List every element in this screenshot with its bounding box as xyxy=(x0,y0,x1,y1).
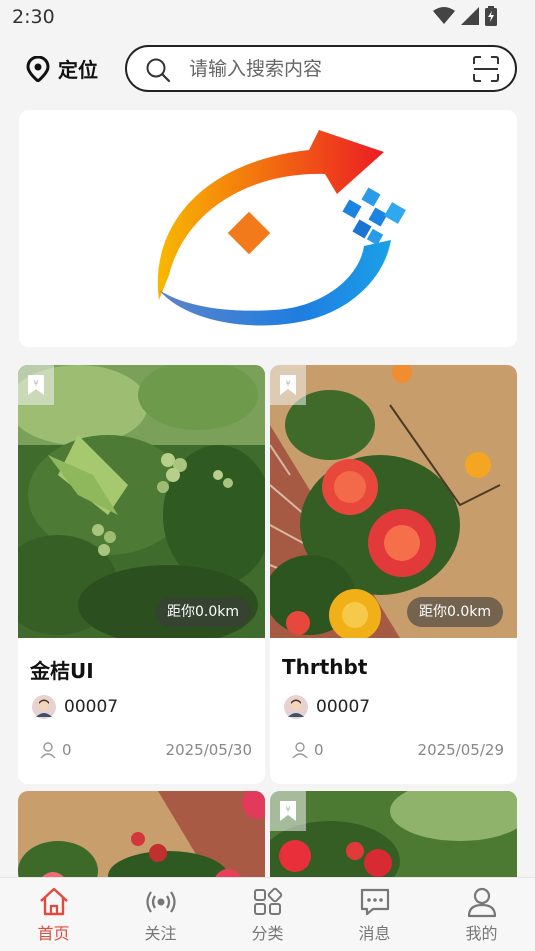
bookmark-icon: ¥ xyxy=(280,801,296,821)
post-title: 金桔UI xyxy=(30,659,94,683)
banner[interactable] xyxy=(19,110,517,347)
bottom-tab-bar: 首页 关注 分类 消息 我的 xyxy=(0,877,535,951)
bookmark-badge: ¥ xyxy=(18,365,54,405)
post-card[interactable]: ¥ 距你0.0km 金桔UI 00007 0 2025/05/30 xyxy=(18,365,265,784)
likes[interactable]: 0 xyxy=(292,741,324,759)
follow-user-icon xyxy=(292,742,308,759)
search-icon xyxy=(146,58,171,83)
top-bar: 定位 xyxy=(0,42,535,94)
tab-messages[interactable]: 消息 xyxy=(321,878,428,951)
post-footer: 0 2025/05/30 xyxy=(40,741,252,759)
status-bar: 2:30 xyxy=(0,0,535,36)
post-card[interactable]: ¥ xyxy=(270,791,517,891)
signal-icon xyxy=(461,7,479,25)
bookmark-badge: ¥ xyxy=(270,365,306,405)
tab-follow[interactable]: 关注 xyxy=(107,878,214,951)
tab-label: 关注 xyxy=(144,924,177,943)
bookmark-badge: ¥ xyxy=(270,791,306,831)
post-photo xyxy=(270,791,517,891)
tab-label: 我的 xyxy=(465,924,498,943)
tab-label: 首页 xyxy=(37,924,70,943)
search-bar[interactable] xyxy=(125,45,517,92)
likes-count: 0 xyxy=(62,741,72,759)
distance-badge: 距你0.0km xyxy=(406,597,503,627)
message-icon xyxy=(360,888,389,916)
post-card[interactable]: ¥ 距你0.0km Thrthbt 00007 0 2025/05/29 xyxy=(270,365,517,784)
tab-category[interactable]: 分类 xyxy=(214,878,321,951)
tab-mine[interactable]: 我的 xyxy=(428,878,535,951)
bookmark-icon: ¥ xyxy=(280,375,296,395)
wifi-icon xyxy=(433,7,455,24)
post-footer: 0 2025/05/29 xyxy=(292,741,504,759)
scan-icon[interactable] xyxy=(473,56,499,82)
post-date: 2025/05/29 xyxy=(417,741,504,759)
svg-text:¥: ¥ xyxy=(285,805,290,814)
likes[interactable]: 0 xyxy=(40,741,72,759)
tab-home[interactable]: 首页 xyxy=(0,878,107,951)
status-icons xyxy=(433,6,497,26)
post-author[interactable]: 00007 xyxy=(32,695,118,719)
search-input[interactable] xyxy=(189,55,459,83)
tab-label: 消息 xyxy=(358,924,391,943)
user-icon xyxy=(467,887,496,918)
avatar xyxy=(284,695,308,719)
avatar xyxy=(32,695,56,719)
tab-label: 分类 xyxy=(251,924,284,943)
post-author[interactable]: 00007 xyxy=(284,695,370,719)
home-icon xyxy=(39,887,68,916)
post-photo xyxy=(18,791,265,891)
post-date: 2025/05/30 xyxy=(165,741,252,759)
status-time: 2:30 xyxy=(12,6,55,28)
battery-icon xyxy=(485,6,497,26)
post-card[interactable] xyxy=(18,791,265,891)
author-name: 00007 xyxy=(64,697,119,717)
follow-user-icon xyxy=(40,742,56,759)
location-pin-icon xyxy=(26,55,50,82)
broadcast-icon xyxy=(145,891,176,913)
distance-badge: 距你0.0km xyxy=(154,597,251,627)
svg-text:¥: ¥ xyxy=(285,379,290,388)
bank-logo xyxy=(157,130,406,326)
location-button[interactable]: 定位 xyxy=(26,54,98,83)
bookmark-icon: ¥ xyxy=(28,375,44,395)
category-icon xyxy=(253,887,282,915)
author-name: 00007 xyxy=(316,697,371,717)
post-title: Thrthbt xyxy=(282,655,368,679)
location-label: 定位 xyxy=(58,58,98,82)
svg-text:¥: ¥ xyxy=(33,379,38,388)
likes-count: 0 xyxy=(314,741,324,759)
